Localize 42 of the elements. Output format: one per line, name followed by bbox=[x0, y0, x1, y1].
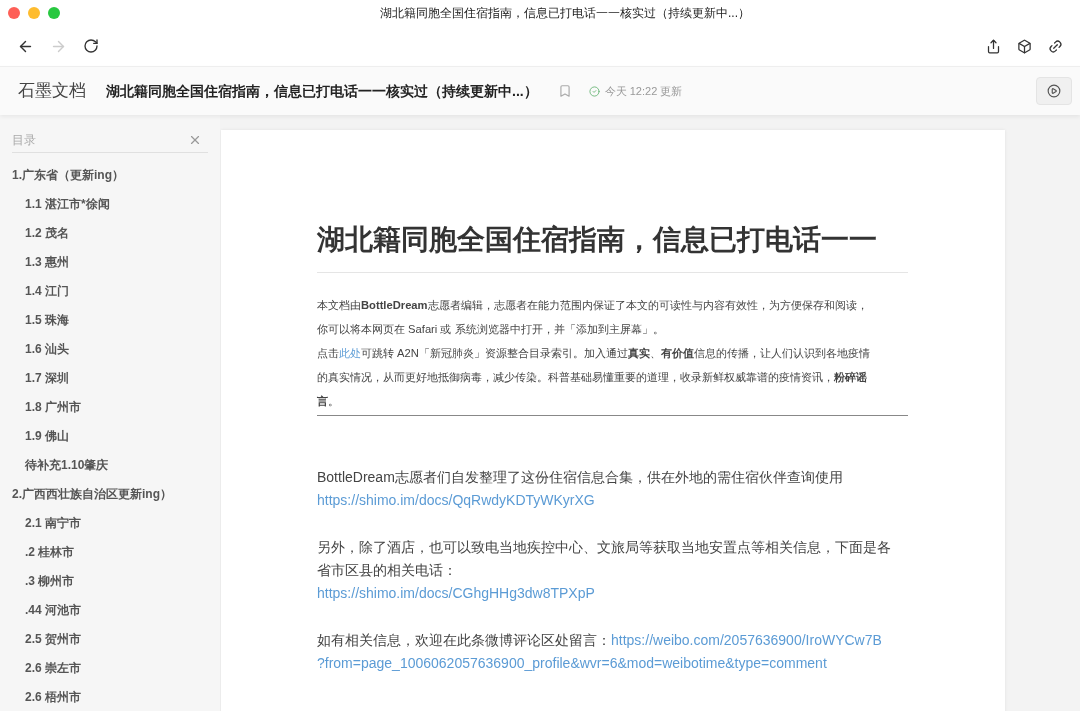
text-line: 另外，除了酒店，也可以致电当地疾控中心、文旅局等获取当地安置点等相关信息，下面是各 bbox=[317, 538, 892, 557]
toc-item[interactable]: 1.1 湛江市*徐闻 bbox=[0, 189, 220, 218]
saved-icon bbox=[588, 85, 600, 97]
saved-status: 今天 12:22 更新 bbox=[604, 83, 683, 99]
text: 如有相关信息，欢迎在此条微博评论区处留言： bbox=[317, 632, 611, 648]
toc-item[interactable]: .3 柳州市 bbox=[0, 566, 220, 595]
close-button[interactable] bbox=[8, 7, 20, 19]
toc-item[interactable]: 2.5 贺州市 bbox=[0, 624, 220, 653]
toc-item[interactable]: 待补充1.10肇庆 bbox=[0, 450, 220, 479]
document-heading: 湖北籍同胞全国住宿指南，信息已打电话一一 bbox=[317, 223, 878, 257]
toc-item[interactable]: 1.2 茂名 bbox=[0, 218, 220, 247]
text-line: 省市区县的相关电话： bbox=[317, 561, 458, 580]
cube-icon[interactable] bbox=[1017, 38, 1032, 54]
toc-item[interactable]: 1.7 深圳 bbox=[0, 363, 220, 392]
toc-item[interactable]: 2.6 崇左市 bbox=[0, 653, 220, 682]
toc-item[interactable]: 2.6 梧州市 bbox=[0, 682, 220, 711]
toc-item[interactable]: .44 河池市 bbox=[0, 595, 220, 624]
text-line: 本文档由BottleDream志愿者编辑，志愿者在能力范围内保证了本文的可读性与内容有效性，为方便保存和阅读， bbox=[317, 298, 868, 313]
toc-item[interactable]: 1.3 惠州 bbox=[0, 247, 220, 276]
toc-item[interactable]: 1.广东省（更新ing） bbox=[0, 160, 220, 189]
toc-item[interactable]: 1.8 广州市 bbox=[0, 392, 220, 421]
toc-item[interactable]: .2 桂林市 bbox=[0, 537, 220, 566]
window-title: 湖北籍同胞全国住宿指南，信息已打电话一一核实过（持续更新中...） bbox=[380, 5, 750, 22]
text-line: BottleDream志愿者们自发整理了这份住宿信息合集，供在外地的需住宿伙伴查询使用 bbox=[317, 468, 844, 487]
text-line: 言。 bbox=[317, 394, 339, 409]
toc-item[interactable]: 1.5 珠海 bbox=[0, 305, 220, 334]
toc-item[interactable]: 1.4 江门 bbox=[0, 276, 220, 305]
toc-item[interactable]: 1.6 汕头 bbox=[0, 334, 220, 363]
toc-title: 目录 bbox=[12, 131, 36, 149]
toc-item[interactable]: 1.9 佛山 bbox=[0, 421, 220, 450]
toc-item[interactable]: 2.1 南宁市 bbox=[0, 508, 220, 537]
present-button[interactable] bbox=[1036, 77, 1072, 105]
doc-title: 湖北籍同胞全国住宿指南，信息已打电话一一核实过（持续更新中...） bbox=[106, 81, 538, 101]
text-line: 你可以将本网页在 Safari 或 系统浏览器中打开，并「添加到主屏幕」。 bbox=[317, 322, 664, 337]
text: 点击 bbox=[317, 347, 339, 359]
text: 可跳转 A2N「新冠肺炎」资源整合目录索引。加入通过真实、有价值信息的传播，让人们认识到各地疫情 bbox=[361, 347, 870, 359]
share-icon[interactable] bbox=[986, 38, 1001, 54]
play-icon bbox=[1047, 84, 1061, 98]
logo[interactable]: 石墨文档 bbox=[18, 78, 86, 104]
text-line: 的真实情况，从而更好地抵御病毒，减少传染。科普基础易懂重要的道理，收录新鲜权威靠谱的疫情资讯，粉碎谣 bbox=[317, 370, 867, 385]
toc-item[interactable]: 2.广西西壮族自治区更新ing） bbox=[0, 479, 220, 508]
reload-icon[interactable] bbox=[83, 38, 99, 54]
